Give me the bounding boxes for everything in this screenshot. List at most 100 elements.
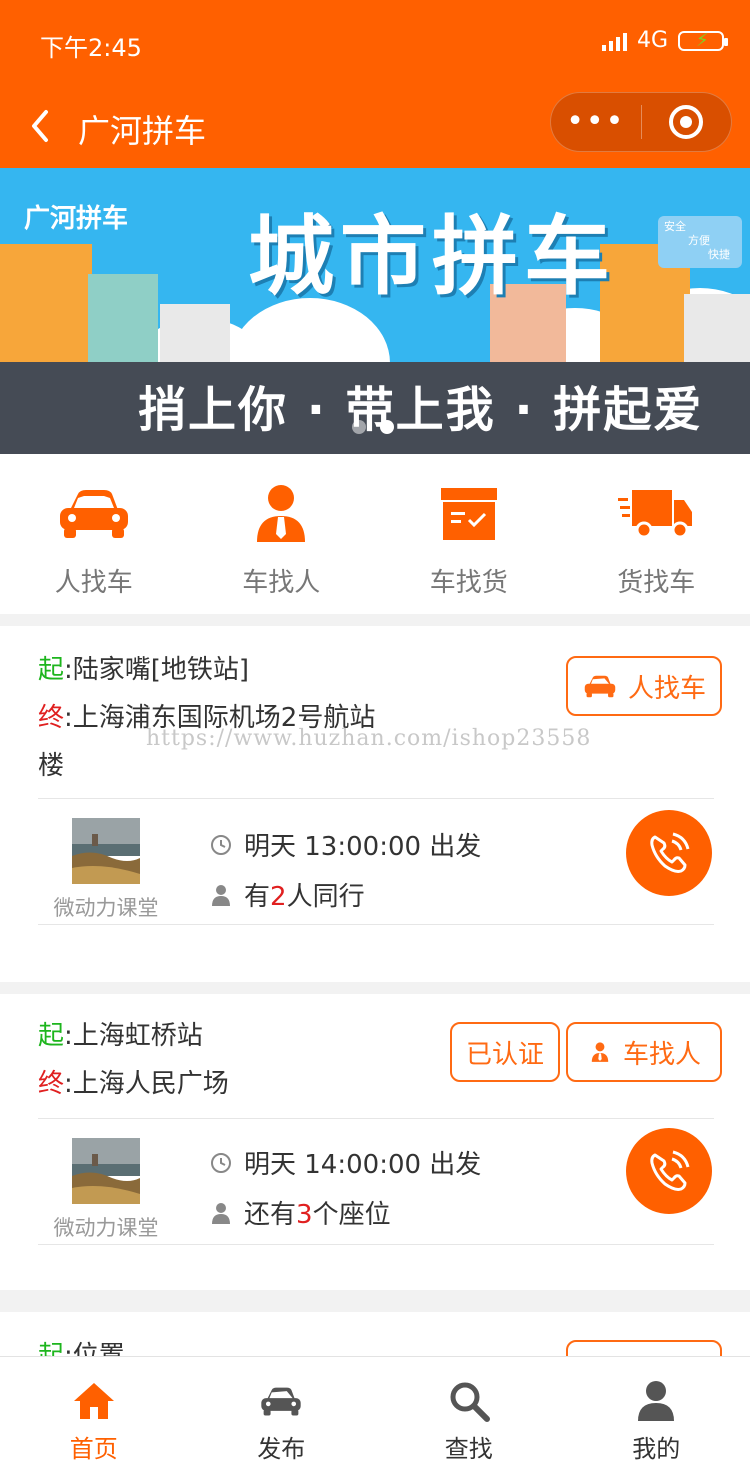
end-label: 终 bbox=[38, 1069, 65, 1099]
menu-item-car-find-cargo[interactable]: 车找货 bbox=[375, 454, 563, 614]
user-name: 微动力课堂 bbox=[53, 1216, 159, 1240]
divider bbox=[38, 1244, 714, 1245]
type-tag-label: 车找人 bbox=[622, 1039, 701, 1070]
clock-icon bbox=[211, 1152, 231, 1173]
page-title: 广河拼车 bbox=[78, 112, 207, 150]
divider bbox=[38, 798, 714, 799]
chevron-left-icon bbox=[32, 110, 48, 142]
banner-brand: 广河拼车 bbox=[24, 204, 129, 234]
car-icon bbox=[261, 1387, 301, 1416]
tab-label: 查找 bbox=[444, 1435, 493, 1463]
seat-info: 还有3个座位 bbox=[210, 1194, 391, 1231]
route-end: 终:上海人民广场 bbox=[38, 1060, 229, 1108]
user-icon bbox=[638, 1381, 675, 1421]
home-icon bbox=[73, 1383, 114, 1419]
seat-prefix: 有 bbox=[244, 882, 271, 912]
user-name: 微动力课堂 bbox=[53, 896, 159, 920]
seat-suffix: 人同行 bbox=[286, 882, 365, 912]
status-time: 下午2:45 bbox=[40, 34, 142, 62]
seat-info: 有2人同行 bbox=[210, 876, 365, 913]
route-start: 起:上海虹桥站 bbox=[38, 1012, 203, 1060]
tab-label: 发布 bbox=[257, 1435, 306, 1463]
banner-pagination bbox=[352, 420, 394, 434]
tab-home[interactable]: 首页 bbox=[0, 1357, 188, 1472]
seat-count: 2 bbox=[270, 882, 287, 912]
driver-icon bbox=[257, 485, 306, 542]
avatar bbox=[72, 1138, 140, 1204]
person-icon bbox=[212, 1202, 230, 1224]
nav-bar: 广河拼车 ••• bbox=[0, 88, 750, 168]
seat-count: 3 bbox=[296, 1200, 313, 1230]
ride-post-card[interactable]: 起:陆家嘴[地铁站] 终:上海浦东国际机场2号航站 楼 人找车 微动力课堂 明天… bbox=[0, 626, 750, 982]
banner-headline: 城市拼车 bbox=[248, 207, 616, 307]
clock-icon bbox=[211, 834, 231, 855]
verified-tag-label: 已认证 bbox=[465, 1039, 544, 1070]
miniprogram-capsule: ••• bbox=[550, 92, 732, 152]
divider bbox=[38, 1118, 714, 1119]
seat-suffix: 个座位 bbox=[312, 1200, 391, 1230]
cargo-box-icon bbox=[440, 488, 497, 540]
tab-label: 首页 bbox=[69, 1435, 118, 1463]
car-icon bbox=[59, 490, 128, 538]
ride-post-card[interactable]: 起:上海虹桥站 终:上海人民广场 已认证 车找人 微动力课堂 明天 14:00:… bbox=[0, 994, 750, 1290]
back-button[interactable] bbox=[26, 106, 56, 146]
start-label: 起 bbox=[38, 1021, 65, 1051]
call-button[interactable] bbox=[626, 1128, 712, 1214]
banner-badge: 安全 方便 快捷 bbox=[658, 216, 742, 268]
status-icons: 4G ⚡ bbox=[601, 28, 728, 53]
avatar bbox=[72, 818, 140, 884]
verified-tag: 已认证 bbox=[450, 1022, 560, 1082]
driver-icon bbox=[591, 1042, 609, 1062]
call-button[interactable] bbox=[626, 810, 712, 896]
type-tag: 车找人 bbox=[566, 1022, 722, 1082]
phone-icon bbox=[650, 1150, 690, 1191]
menu-item-cargo-find-car[interactable]: 货找车 bbox=[563, 454, 750, 614]
departure-time: 明天 14:00:00 出发 bbox=[210, 1144, 481, 1181]
seat-prefix: 还有 bbox=[244, 1200, 297, 1230]
start-location: :陆家嘴[地铁站] bbox=[64, 655, 250, 685]
truck-icon bbox=[618, 490, 693, 539]
badge-line: 方便 bbox=[688, 234, 710, 247]
menu-item-label: 货找车 bbox=[617, 568, 696, 598]
battery-icon: ⚡ bbox=[678, 30, 728, 51]
pagination-dot[interactable] bbox=[352, 420, 366, 434]
type-tag-label: 人找车 bbox=[627, 673, 706, 704]
menu-item-label: 人找车 bbox=[54, 568, 133, 598]
start-label: 起 bbox=[38, 655, 65, 685]
menu-item-car-find-people[interactable]: 车找人 bbox=[188, 454, 376, 614]
promo-banner[interactable]: 广河拼车 城市拼车 捎上你 · 带上我 · 拼起爱 安全 方便 快捷 bbox=[0, 168, 750, 454]
more-button[interactable]: ••• bbox=[551, 107, 641, 137]
departure-time: 明天 13:00:00 出发 bbox=[210, 826, 481, 863]
badge-line: 快捷 bbox=[708, 248, 730, 261]
tab-search[interactable]: 查找 bbox=[375, 1357, 563, 1472]
tab-mine[interactable]: 我的 bbox=[563, 1357, 750, 1472]
network-type: 4G bbox=[636, 28, 668, 53]
watermark-text: https://www.huzhan.com/ishop23558 bbox=[146, 726, 592, 751]
badge-line: 安全 bbox=[664, 220, 686, 233]
menu-item-label: 车找人 bbox=[242, 568, 321, 598]
route-start: 起:陆家嘴[地铁站] bbox=[38, 646, 249, 694]
tab-publish[interactable]: 发布 bbox=[188, 1357, 376, 1472]
departure-time-text: 明天 14:00:00 出发 bbox=[244, 1150, 482, 1180]
departure-time-text: 明天 13:00:00 出发 bbox=[244, 832, 482, 862]
menu-item-people-find-car[interactable]: 人找车 bbox=[0, 454, 188, 614]
banner-slogan: 捎上你 · 带上我 · 拼起爱 bbox=[138, 382, 704, 438]
car-icon bbox=[584, 675, 616, 698]
type-tag: 人找车 bbox=[566, 656, 722, 716]
target-icon bbox=[669, 105, 704, 139]
signal-icon bbox=[601, 31, 627, 51]
bottom-tab-bar: 首页 发布 查找 我的 bbox=[0, 1356, 750, 1472]
end-label: 终 bbox=[38, 703, 65, 733]
person-icon bbox=[212, 884, 230, 906]
phone-icon bbox=[650, 832, 690, 873]
pagination-dot-active[interactable] bbox=[380, 420, 394, 434]
status-bar: 下午2:45 4G ⚡ bbox=[0, 0, 750, 88]
close-miniprogram-button[interactable] bbox=[642, 105, 732, 139]
divider bbox=[38, 924, 714, 925]
start-location: :上海虹桥站 bbox=[64, 1021, 203, 1051]
end-location-wrap: 楼 bbox=[38, 751, 65, 781]
tab-label: 我的 bbox=[632, 1435, 681, 1463]
search-icon bbox=[450, 1382, 490, 1422]
category-menu: 人找车 车找人 车找货 货找车 bbox=[0, 454, 750, 614]
end-location: :上海人民广场 bbox=[64, 1069, 229, 1099]
